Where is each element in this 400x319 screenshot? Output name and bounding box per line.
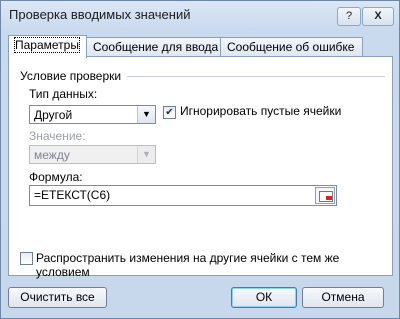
settings-panel: Условие проверки Тип данных: Другой ▼ ✔ … — [8, 56, 393, 279]
validation-criteria-heading: Условие проверки — [20, 69, 122, 83]
data-type-select[interactable]: Другой ▼ — [29, 105, 156, 124]
tab-error-alert-label: Сообщение об ошибке — [227, 40, 355, 54]
cancel-button[interactable]: Отмена — [302, 287, 384, 308]
tab-input-message-label: Сообщение для ввода — [93, 40, 219, 54]
data-type-label: Тип данных: — [29, 87, 98, 101]
help-button[interactable]: ? — [337, 7, 361, 26]
range-select-icon[interactable] — [315, 187, 335, 204]
tab-settings-label: Параметры — [14, 37, 80, 53]
apply-all-checkbox[interactable] — [20, 252, 33, 265]
checkmark-icon: ✔ — [165, 107, 174, 118]
formula-input[interactable]: =ЕТЕКСТ(C6) — [29, 185, 337, 206]
apply-all-label: Распространить изменения на другие ячейк… — [36, 251, 340, 279]
data-type-value: Другой — [34, 108, 73, 122]
ok-button[interactable]: ОК — [231, 287, 297, 308]
ignore-blank-checkbox[interactable]: ✔ — [163, 106, 176, 119]
dialog-title: Проверка вводимых значений — [9, 7, 191, 22]
ignore-blank-label: Игнорировать пустые ячейки — [180, 104, 342, 118]
operator-value: между — [34, 148, 70, 162]
formula-value: =ЕТЕКСТ(C6) — [34, 188, 111, 202]
value-label: Значение: — [29, 129, 86, 143]
close-button[interactable]: X — [362, 7, 394, 26]
clear-all-button[interactable]: Очистить все — [8, 287, 107, 308]
tab-error-alert[interactable]: Сообщение об ошибке — [220, 37, 363, 57]
tab-input-message[interactable]: Сообщение для ввода — [86, 37, 227, 57]
formula-label: Формула: — [29, 170, 83, 184]
chevron-down-icon[interactable]: ▼ — [137, 146, 155, 163]
operator-select[interactable]: между ▼ — [29, 145, 156, 164]
chevron-down-icon[interactable]: ▼ — [137, 106, 155, 123]
data-validation-dialog: Проверка вводимых значений ? X Параметры… — [0, 0, 400, 319]
title-bar[interactable]: Проверка вводимых значений ? X — [1, 1, 399, 29]
tab-settings[interactable]: Параметры — [8, 35, 87, 58]
group-divider — [127, 76, 385, 77]
